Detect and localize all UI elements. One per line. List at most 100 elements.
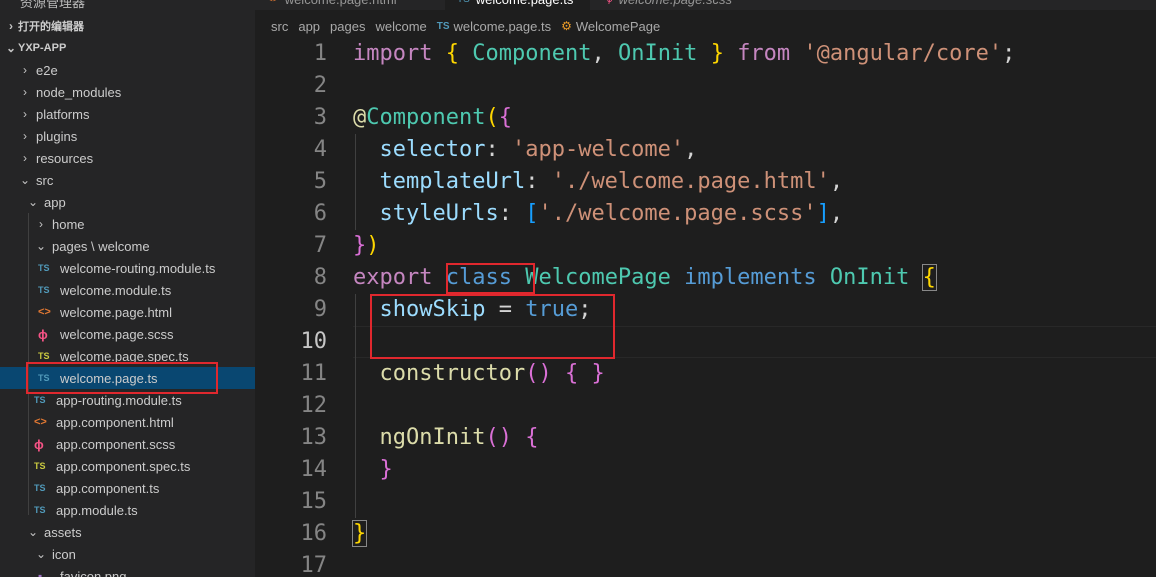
code-token: : bbox=[498, 201, 526, 226]
code-line[interactable]: 5 templateUrl: './welcome.page.html', bbox=[255, 166, 1156, 198]
tree-file[interactable]: TS app.component.spec.ts bbox=[0, 455, 255, 477]
breadcrumb-segment[interactable]: welcome bbox=[375, 19, 426, 34]
line-number: 9 bbox=[313, 297, 327, 322]
code-line[interactable]: 11 constructor() { } bbox=[255, 358, 1156, 390]
code-line[interactable]: 12 bbox=[255, 390, 1156, 422]
code-line[interactable]: 15 bbox=[255, 486, 1156, 518]
code-line[interactable]: 16} bbox=[255, 518, 1156, 550]
line-number: 2 bbox=[313, 73, 327, 98]
ts-file-icon: TS bbox=[457, 0, 470, 5]
tab-welcome-page-html[interactable]: <> welcome.page.html bbox=[255, 0, 440, 10]
scss-file-icon: ϕ bbox=[34, 436, 44, 452]
tab-bar: <> welcome.page.html TS welcome.page.ts ϕ wel… bbox=[255, 0, 1156, 10]
project-section[interactable]: ⌄ YXP-APP bbox=[0, 37, 255, 59]
code-text: } bbox=[351, 518, 368, 550]
tab-welcome-page-scss[interactable]: ϕ welcome.page.scss bbox=[595, 0, 765, 10]
code-token: } bbox=[710, 41, 724, 66]
chevron-down-icon: ⌄ bbox=[27, 525, 39, 539]
tree-item-label: welcome.module.ts bbox=[60, 282, 172, 298]
tree-folder[interactable]: ⌄ app bbox=[0, 191, 255, 213]
code-token: Component bbox=[472, 41, 592, 66]
code-token: : bbox=[485, 137, 512, 162]
chevron-right-icon: › bbox=[23, 63, 27, 77]
tree-file[interactable]: TS welcome.module.ts bbox=[0, 279, 255, 301]
code-token: , bbox=[829, 201, 844, 226]
tree-folder[interactable]: › home bbox=[0, 213, 255, 235]
tree-folder[interactable]: › e2e bbox=[0, 59, 255, 81]
code-token: OnInit bbox=[829, 265, 910, 290]
code-token: [ bbox=[525, 201, 539, 226]
tree-file[interactable]: <> welcome.page.html bbox=[0, 301, 255, 323]
code-token: { bbox=[921, 264, 937, 291]
tsspec-file-icon: TS bbox=[34, 461, 46, 471]
tree-folder[interactable]: › node_modules bbox=[0, 81, 255, 103]
tree-folder[interactable]: › resources bbox=[0, 147, 255, 169]
project-label: YXP-APP bbox=[18, 42, 67, 54]
chevron-right-icon: › bbox=[39, 217, 43, 231]
line-number: 10 bbox=[300, 329, 328, 354]
code-text: export class WelcomePage implements OnIn… bbox=[353, 262, 937, 294]
tree-folder[interactable]: ⌄ assets bbox=[0, 521, 255, 543]
code-line[interactable]: 14 } bbox=[255, 454, 1156, 486]
ts-file-icon: TS bbox=[34, 395, 46, 405]
breadcrumb-segment[interactable]: app bbox=[298, 19, 320, 34]
tab-label: welcome.page.html bbox=[285, 0, 397, 7]
tree-file[interactable]: TS welcome-routing.module.ts bbox=[0, 257, 255, 279]
ts-file-icon: TS bbox=[34, 505, 46, 515]
chevron-down-icon: ⌄ bbox=[27, 195, 39, 209]
code-line[interactable]: 7}) bbox=[255, 230, 1156, 262]
tree-file[interactable]: TS app.component.ts bbox=[0, 477, 255, 499]
code-token: constructor bbox=[379, 361, 526, 386]
code-token: import bbox=[353, 41, 433, 66]
tree-file[interactable]: <> app.component.html bbox=[0, 411, 255, 433]
code-token: } bbox=[353, 233, 367, 258]
chevron-down-icon: ⌄ bbox=[5, 41, 17, 55]
line-number: 12 bbox=[300, 393, 328, 418]
code-line[interactable]: 13 ngOnInit() { bbox=[255, 422, 1156, 454]
tree-file[interactable]: ϕ app.component.scss bbox=[0, 433, 255, 455]
code-token: from bbox=[737, 41, 791, 66]
tree-file[interactable]: TS app.module.ts bbox=[0, 499, 255, 521]
tree-file[interactable]: ϕ welcome.page.scss bbox=[0, 323, 255, 345]
tree-folder[interactable]: ⌄ icon bbox=[0, 543, 255, 565]
code-line[interactable]: 6 styleUrls: ['./welcome.page.scss'], bbox=[255, 198, 1156, 230]
tree-folder[interactable]: ⌄ src bbox=[0, 169, 255, 191]
code-line[interactable]: 1 import { Component, OnInit } from '@ang… bbox=[255, 38, 1156, 70]
html-file-icon: <> bbox=[267, 0, 279, 5]
line-number: 8 bbox=[313, 265, 327, 290]
code-token: templateUrl bbox=[379, 169, 526, 194]
breadcrumb-segment[interactable]: pages bbox=[330, 19, 365, 34]
breadcrumb-symbol[interactable]: WelcomePage bbox=[576, 19, 660, 34]
tree-folder[interactable]: › platforms bbox=[0, 103, 255, 125]
code-line[interactable]: 4 selector: 'app-welcome', bbox=[255, 134, 1156, 166]
breadcrumb-segment[interactable]: src bbox=[271, 19, 288, 34]
indent-guide bbox=[355, 134, 356, 230]
open-editors-section[interactable]: › 打开的编辑器 bbox=[0, 15, 255, 37]
tree-folder[interactable]: ⌄ pages \ welcome bbox=[0, 235, 255, 257]
code-text: selector: 'app-welcome', bbox=[353, 134, 698, 166]
code-line[interactable]: 8 export class WelcomePage implements OnI… bbox=[255, 262, 1156, 294]
tree-file[interactable]: ▪ favicon.png bbox=[0, 565, 255, 577]
line-number: 11 bbox=[300, 361, 328, 386]
tab-welcome-page-ts[interactable]: TS welcome.page.ts bbox=[445, 0, 590, 10]
tab-label: welcome.page.scss bbox=[619, 0, 732, 7]
code-token: () bbox=[525, 361, 552, 386]
code-line[interactable]: 17 bbox=[255, 550, 1156, 577]
code-token: } bbox=[379, 457, 393, 482]
code-line[interactable]: 2 bbox=[255, 70, 1156, 102]
png-file-icon: ▪ bbox=[38, 569, 43, 577]
code-token: selector bbox=[379, 137, 486, 162]
code-token: , bbox=[684, 137, 698, 162]
breadcrumb-file[interactable]: welcome.page.ts bbox=[454, 19, 552, 34]
code-line[interactable]: 3 @Component({ bbox=[255, 102, 1156, 134]
code-token: export bbox=[353, 265, 433, 290]
code-token: { bbox=[525, 425, 539, 450]
tree-item-label: favicon.png bbox=[60, 568, 127, 577]
line-number: 7 bbox=[313, 233, 327, 258]
code-token: ; bbox=[1002, 41, 1016, 66]
tree-folder[interactable]: › plugins bbox=[0, 125, 255, 147]
line-number: 6 bbox=[313, 201, 327, 226]
